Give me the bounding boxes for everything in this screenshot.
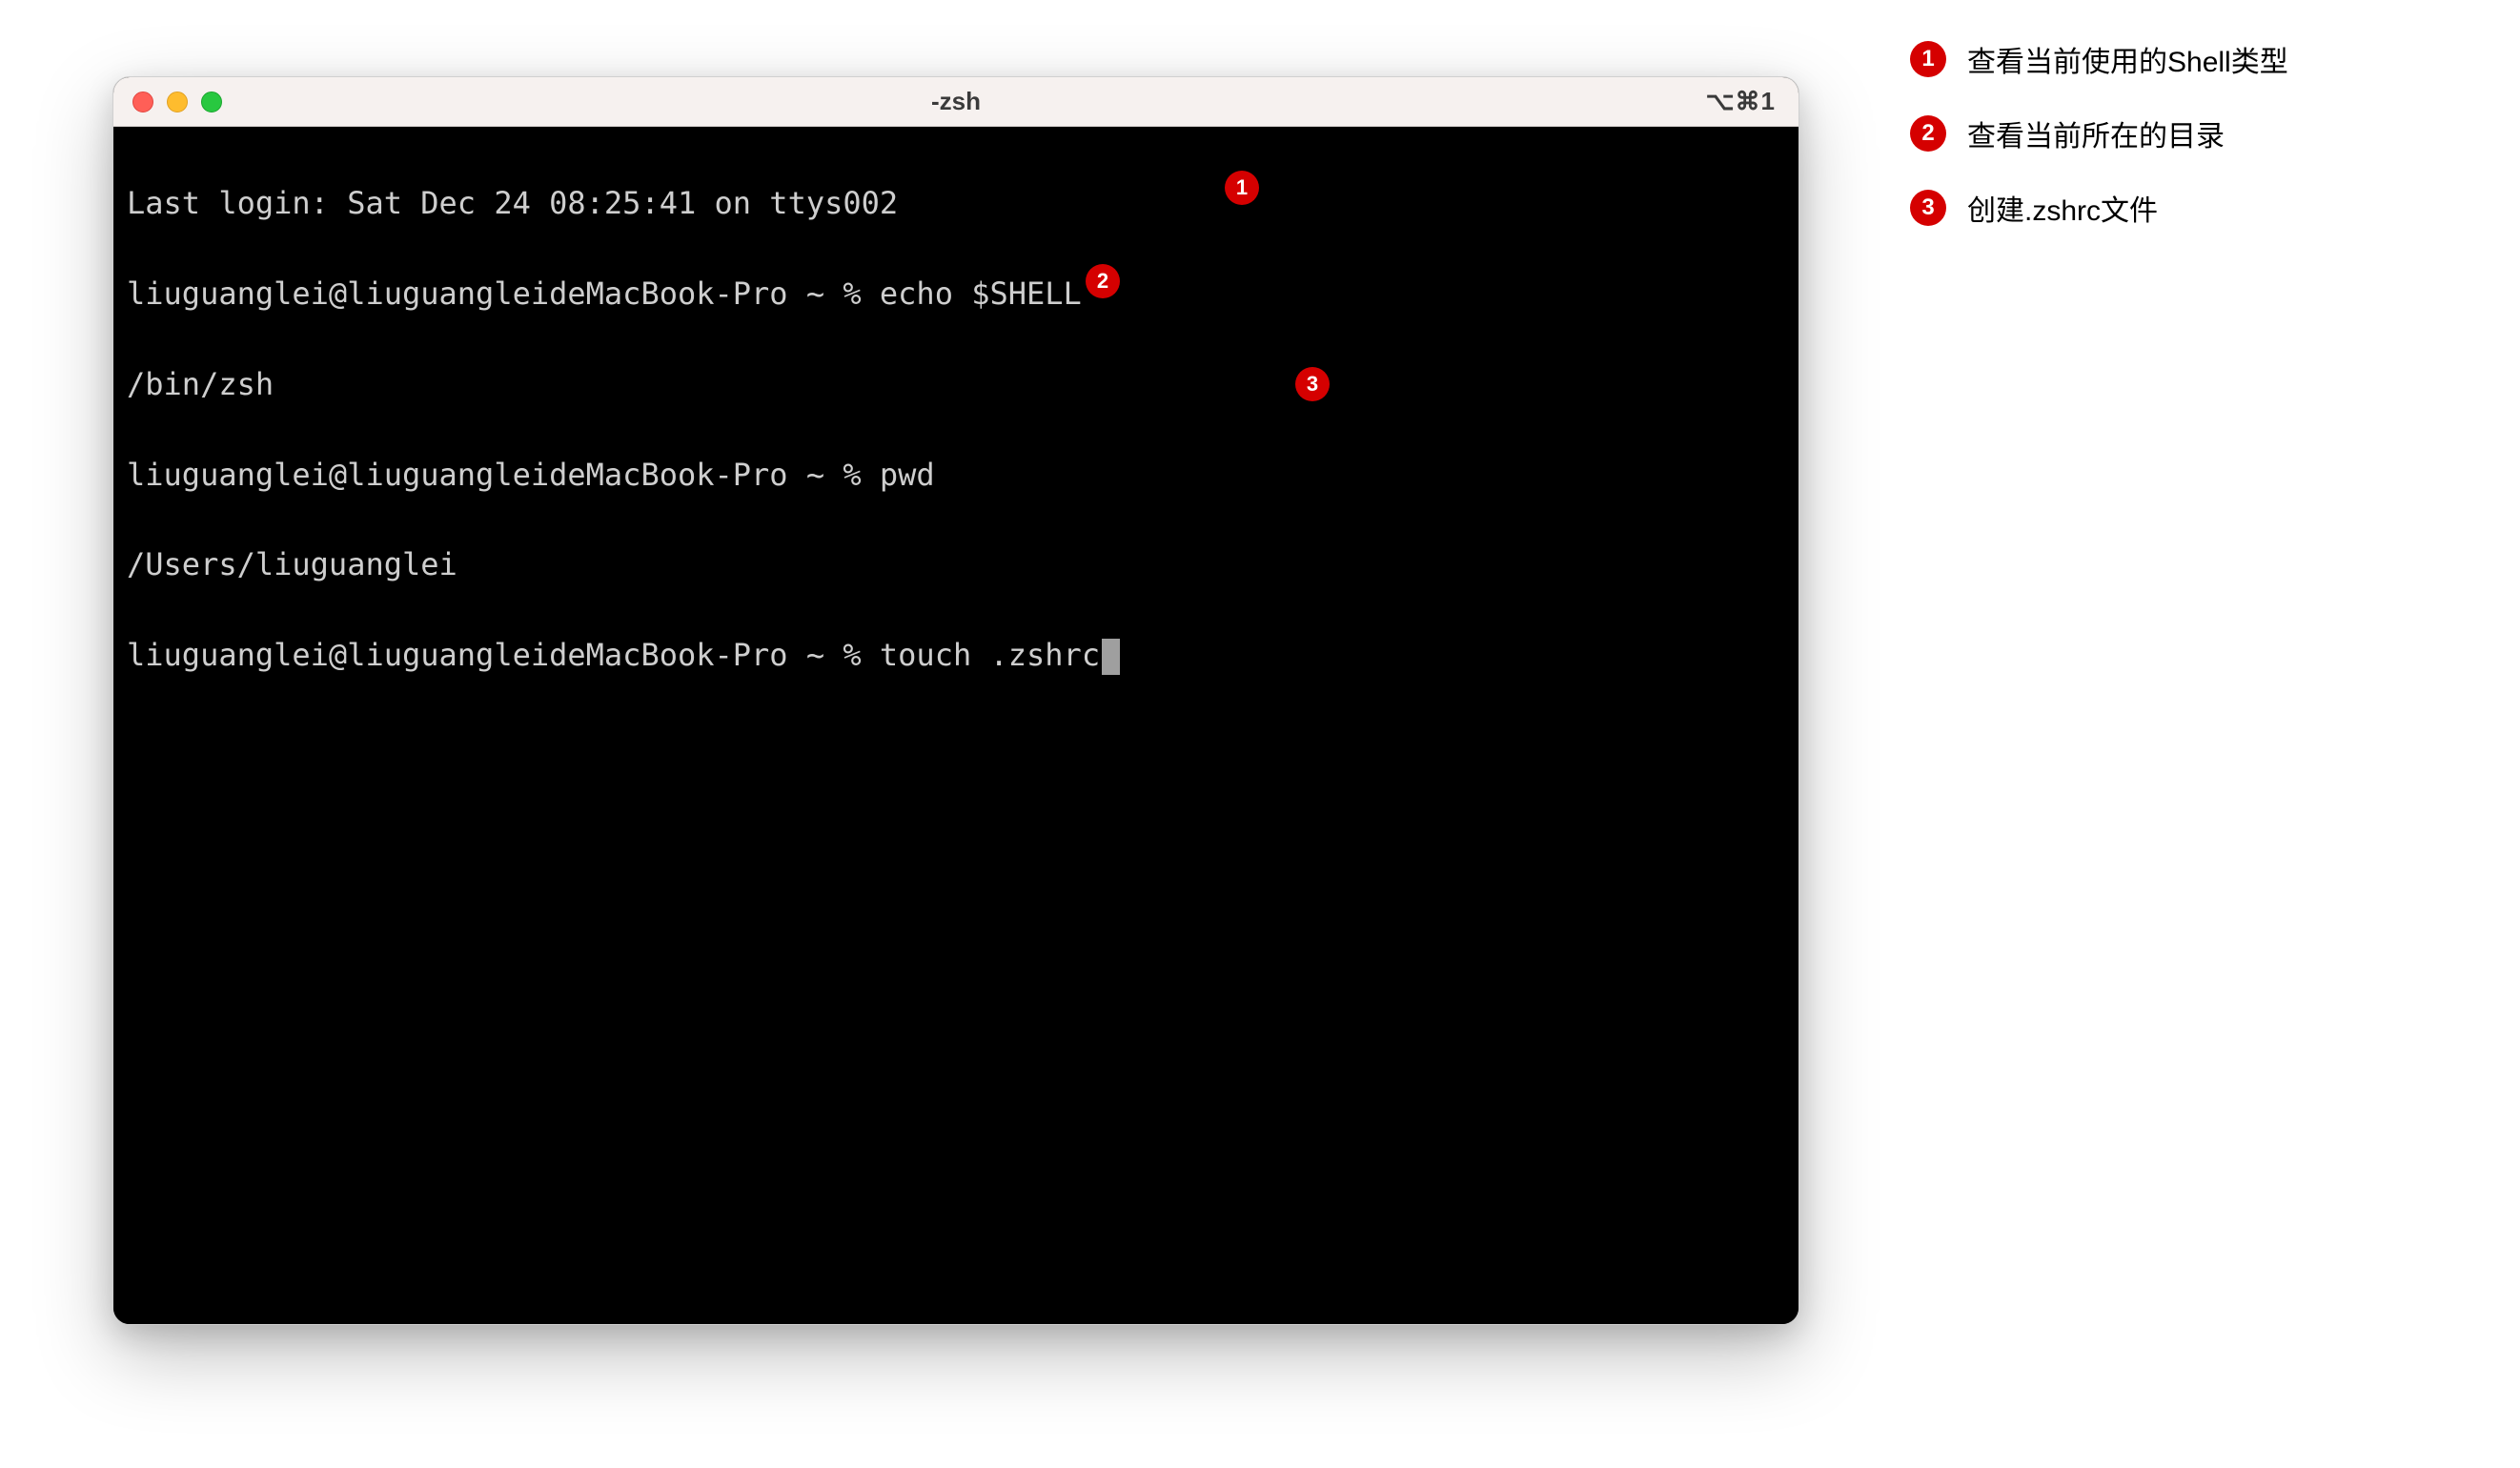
legend-num-3: 3 [1910, 190, 1946, 226]
callout-2: 2 [1086, 264, 1120, 298]
prompt-prefix: liuguanglei@liuguangleideMacBook-Pro ~ % [127, 275, 880, 312]
legend-item-2: 2 查看当前所在的目录 [1910, 112, 2288, 154]
traffic-lights [132, 92, 222, 112]
prompt-line-2: liuguanglei@liuguangleideMacBook-Pro ~ %… [127, 453, 1785, 498]
prompt-line-3: liuguanglei@liuguangleideMacBook-Pro ~ %… [127, 633, 1785, 678]
legend-num-2: 2 [1910, 115, 1946, 152]
legend-num-1: 1 [1910, 41, 1946, 77]
legend-text-1: 查看当前使用的Shell类型 [1967, 38, 2288, 80]
command-2: pwd [880, 457, 935, 493]
callout-1: 1 [1225, 171, 1259, 205]
legend-item-1: 1 查看当前使用的Shell类型 [1910, 38, 2288, 80]
close-button[interactable] [132, 92, 153, 112]
callout-3: 3 [1295, 367, 1330, 401]
legend: 1 查看当前使用的Shell类型 2 查看当前所在的目录 3 创建.zshrc文… [1910, 38, 2288, 229]
output-1: /bin/zsh [127, 362, 1785, 407]
prompt-prefix: liuguanglei@liuguangleideMacBook-Pro ~ % [127, 637, 880, 673]
output-2: /Users/liuguanglei [127, 542, 1785, 587]
prompt-prefix: liuguanglei@liuguangleideMacBook-Pro ~ % [127, 457, 880, 493]
legend-item-3: 3 创建.zshrc文件 [1910, 187, 2288, 229]
title-bar[interactable]: -zsh ⌥⌘1 [113, 77, 1799, 127]
terminal-window: -zsh ⌥⌘1 Last login: Sat Dec 24 08:25:41… [112, 76, 1799, 1325]
legend-text-3: 创建.zshrc文件 [1967, 187, 2158, 229]
cursor [1102, 639, 1120, 675]
prompt-line-1: liuguanglei@liuguangleideMacBook-Pro ~ %… [127, 272, 1785, 316]
terminal-body[interactable]: Last login: Sat Dec 24 08:25:41 on ttys0… [113, 127, 1799, 1324]
minimize-button[interactable] [167, 92, 188, 112]
maximize-button[interactable] [201, 92, 222, 112]
shortcut-hint: ⌥⌘1 [1706, 87, 1776, 116]
window-title: -zsh [931, 87, 981, 116]
last-login-line: Last login: Sat Dec 24 08:25:41 on ttys0… [127, 181, 1785, 226]
legend-text-2: 查看当前所在的目录 [1967, 112, 2225, 154]
command-3: touch .zshrc [880, 637, 1100, 673]
command-1: echo $SHELL [880, 275, 1082, 312]
